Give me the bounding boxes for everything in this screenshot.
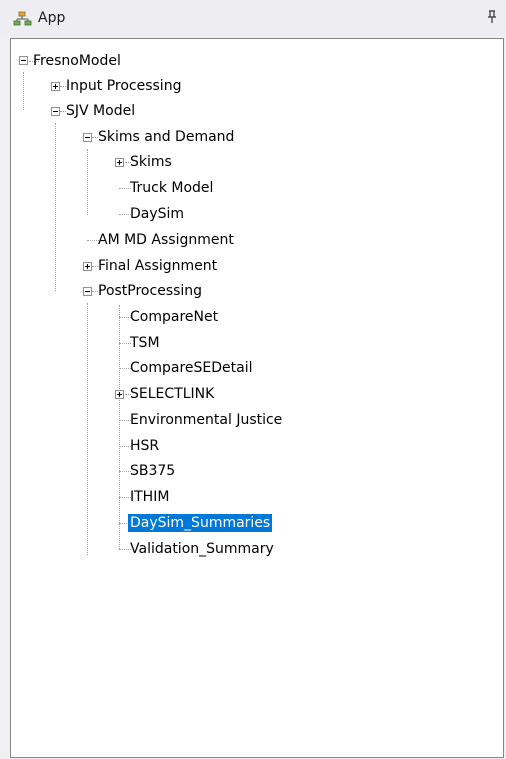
expand-icon[interactable] bbox=[51, 82, 60, 91]
tree-item-postprocessing[interactable]: PostProcessing bbox=[96, 280, 204, 302]
collapse-icon[interactable] bbox=[51, 107, 60, 116]
app-tree-icon bbox=[13, 11, 33, 27]
tree-item-tsm[interactable]: TSM bbox=[128, 332, 162, 354]
tree-item-ithim[interactable]: ITHIM bbox=[128, 486, 171, 508]
tree-item-comparesedetail[interactable]: CompareSEDetail bbox=[128, 357, 254, 379]
tree-item-sjv-model[interactable]: SJV Model bbox=[64, 100, 137, 122]
tree-item-skims-and-demand[interactable]: Skims and Demand bbox=[96, 126, 236, 148]
tree-item-selectlink[interactable]: SELECTLINK bbox=[128, 383, 216, 405]
expand-icon[interactable] bbox=[115, 158, 124, 167]
tree-item-comparenet[interactable]: CompareNet bbox=[128, 306, 220, 328]
collapse-icon[interactable] bbox=[19, 56, 28, 65]
tree-item-fresnomodel[interactable]: FresnoModel bbox=[31, 50, 123, 72]
tree-connector bbox=[23, 72, 24, 110]
panel-titlebar: App bbox=[0, 0, 506, 36]
tree-item-daysim[interactable]: DaySim bbox=[128, 203, 186, 225]
tree-item-hsr[interactable]: HSR bbox=[128, 435, 161, 457]
tree-panel[interactable]: FresnoModel Input Processing SJV Model S… bbox=[10, 38, 504, 758]
tree-item-final-assignment[interactable]: Final Assignment bbox=[96, 255, 219, 277]
panel-title: App bbox=[38, 10, 66, 26]
tree-connector bbox=[87, 303, 88, 555]
tree-connector bbox=[87, 149, 88, 215]
tree-item-truck-model[interactable]: Truck Model bbox=[128, 177, 215, 199]
collapse-icon[interactable] bbox=[83, 133, 92, 142]
tree-item-daysim-summaries[interactable]: DaySim_Summaries bbox=[128, 512, 273, 534]
tree-connector bbox=[119, 305, 120, 549]
expand-icon[interactable] bbox=[83, 262, 92, 271]
pin-icon[interactable] bbox=[486, 9, 498, 25]
tree-item-sb375[interactable]: SB375 bbox=[128, 460, 177, 482]
tree-item-environmental-justice[interactable]: Environmental Justice bbox=[128, 409, 284, 431]
tree-item-validation-summary[interactable]: Validation_Summary bbox=[128, 538, 276, 560]
tree-item-am-md-assignment[interactable]: AM MD Assignment bbox=[96, 229, 236, 251]
collapse-icon[interactable] bbox=[83, 287, 92, 296]
tree-item-skims[interactable]: Skims bbox=[128, 151, 174, 173]
expand-icon[interactable] bbox=[115, 390, 124, 399]
tree-connector bbox=[55, 123, 56, 291]
tree-item-input-processing[interactable]: Input Processing bbox=[64, 75, 183, 97]
